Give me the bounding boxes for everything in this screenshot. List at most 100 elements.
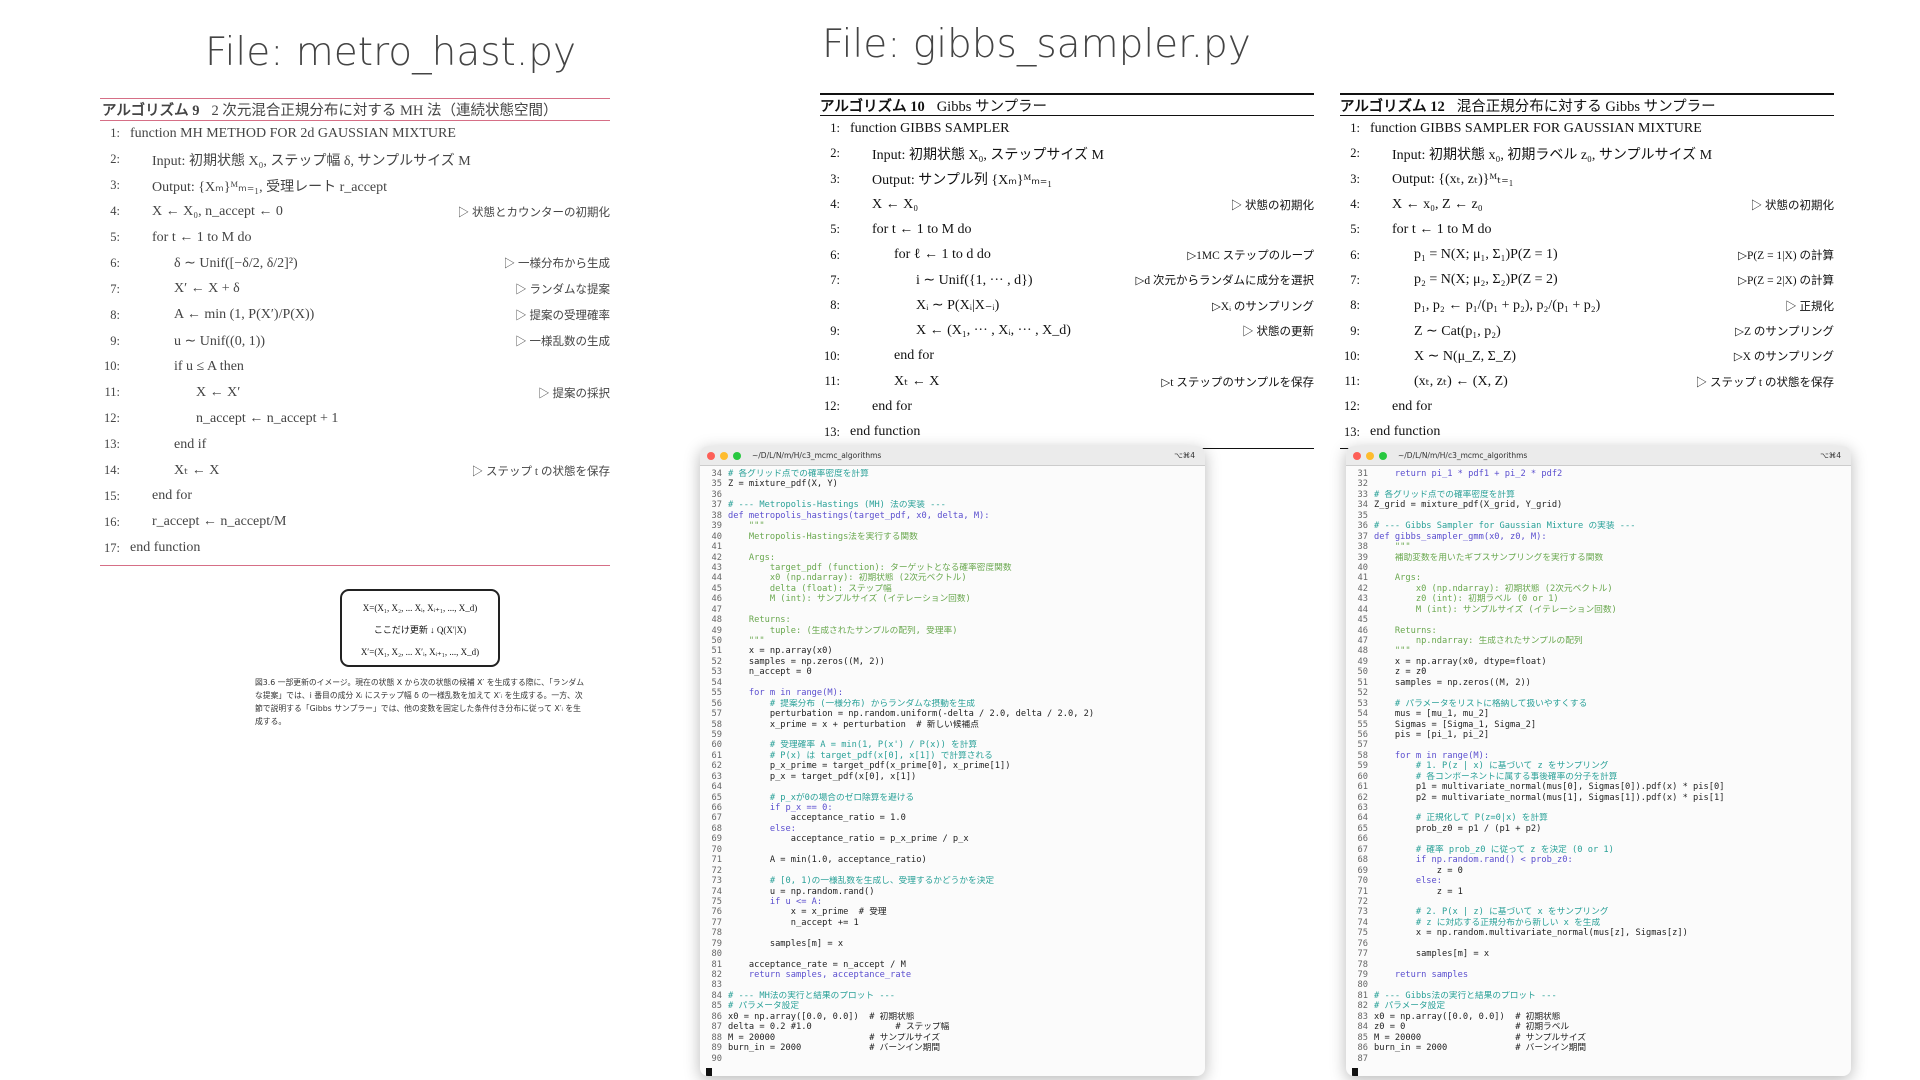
- code-line-number: 77: [1357, 949, 1368, 960]
- comment: ▷ ステップ t の状態を保存: [471, 465, 610, 478]
- code-text: x = np.array(x0): [728, 646, 833, 657]
- code-line: 90: [700, 1054, 1205, 1064]
- code-text: else:: [728, 823, 796, 834]
- code-line: 46 Returns:: [1346, 626, 1851, 636]
- code-line: 67 # 確率 prob_z0 に従って z を決定 (0 or 1): [1346, 845, 1851, 855]
- minimize-button[interactable]: [720, 451, 728, 460]
- statement: end function: [850, 424, 921, 440]
- line-number: 5:: [830, 222, 840, 237]
- code-line: 44 x0 (np.ndarray): 初期状態 (2次元ベクトル): [700, 573, 1205, 583]
- code-text: delta = 0.2 #1.0 # ステップ幅: [728, 1022, 950, 1033]
- terminal-titlebar: ~/D/L/N/m/H/c3_mcmc_algorithms ⌥⌘4: [700, 446, 1205, 466]
- statement: X ← X′: [196, 384, 241, 400]
- code-text: 補助変数を用いたギブスサンプリングを実行する関数: [1374, 552, 1604, 563]
- code-line: 78: [1346, 960, 1851, 970]
- line-number: 13:: [1344, 424, 1360, 439]
- code-line-number: 60: [711, 740, 722, 751]
- code-line-number: 84: [1357, 1022, 1368, 1033]
- code-line: 47 np.ndarray: 生成されたサンプルの配列: [1346, 636, 1851, 646]
- minimize-button[interactable]: [1366, 451, 1374, 460]
- code-line-number: 36: [711, 489, 722, 500]
- code-text: samples = np.zeros((M, 2)): [1374, 677, 1531, 688]
- code-text: target_pdf (function): ターゲットとなる確率密度関数: [728, 562, 1012, 573]
- statement: p₂ = N(X; μ₂, Σ₂)P(Z = 2): [1414, 272, 1558, 288]
- comment: ▷ 状態とカウンターの初期化: [457, 206, 610, 219]
- line-number: 1:: [110, 126, 120, 141]
- code-line-number: 67: [1357, 844, 1368, 855]
- code-text: M (int): サンプルサイズ (イテレーション回数): [1374, 604, 1617, 615]
- algorithm-line: 1: function GIBBS SAMPLER FOR GAUSSIAN MI…: [1340, 116, 1834, 141]
- terminal-prompt[interactable]: [1346, 1064, 1851, 1076]
- terminal-prompt[interactable]: [700, 1064, 1205, 1076]
- code-line: 42 x0 (np.ndarray): 初期状態 (2次元ベクトル): [1346, 584, 1851, 594]
- code-text: burn_in = 2000 # バーンイン期間: [1374, 1043, 1587, 1054]
- code-text: return samples, acceptance_rate: [728, 970, 912, 980]
- statement: p₁ = N(X; μ₁, Σ₁)P(Z = 1): [1414, 247, 1558, 263]
- line-number: 12:: [1344, 399, 1360, 414]
- code-line: 74 # z に対応する正規分布から新しい x を生成: [1346, 918, 1851, 928]
- code-text: x0 = np.array([0.0, 0.0]) # 初期状態: [1374, 1011, 1561, 1022]
- cursor-icon: [706, 1068, 712, 1076]
- code-line-number: 87: [711, 1022, 722, 1033]
- line-number: 9:: [830, 323, 840, 338]
- code-line-number: 74: [711, 886, 722, 897]
- code-text: x = np.random.multivariate_normal(mus[z]…: [1374, 928, 1688, 939]
- code-line-number: 89: [711, 1043, 722, 1054]
- line-number: 17:: [104, 540, 120, 555]
- statement: function GIBBS SAMPLER: [850, 120, 1010, 136]
- algorithm-body: 1: function GIBBS SAMPLER 2: Input: 初期状態 X₀…: [820, 116, 1314, 445]
- code-text: # --- MH法の実行と結果のプロット ---: [728, 990, 896, 1001]
- statement: δ ∼ Unif([−δ/2, δ/2]²): [174, 255, 298, 271]
- zoom-button[interactable]: [733, 451, 741, 460]
- line-number: 5:: [1350, 222, 1360, 237]
- terminal-path: ~/D/L/N/m/H/c3_mcmc_algorithms: [752, 451, 882, 460]
- code-text: # [0, 1)の一様乱数を生成し、受理するかどうかを決定: [728, 876, 995, 887]
- code-line: 35: [1346, 511, 1851, 521]
- code-line: 32: [1346, 479, 1851, 489]
- code-line: 35 Z = mixture_pdf(X, Y): [700, 479, 1205, 489]
- code-line: 38 """: [1346, 542, 1851, 552]
- code-area[interactable]: 31 return pi_1 * pdf1 + pi_2 * pdf2 32 33 #…: [1346, 466, 1851, 1064]
- code-line: 77 n_accept += 1: [700, 918, 1205, 928]
- code-text: perturbation = np.random.uniform(-delta …: [728, 709, 1095, 720]
- code-line: 51 samples = np.zeros((M, 2)): [1346, 678, 1851, 688]
- code-line-number: 52: [711, 656, 722, 667]
- statement: Input: 初期状態 X₀, ステップ幅 δ, サンプルサイズ M: [152, 153, 471, 169]
- code-text: # P(x) は target_pdf(x[0], x[1]) で計算される: [728, 750, 993, 761]
- comment: ▷ 状態の更新: [1242, 326, 1314, 339]
- code-text: mus = [mu_1, mu_2]: [1374, 709, 1490, 720]
- line-number: 11:: [104, 385, 120, 400]
- code-area[interactable]: 34 # 各グリッド点での確率密度を計算 35 Z = mixture_pdf(X, …: [700, 466, 1205, 1064]
- code-line: 85 # パラメータ設定: [700, 1001, 1205, 1011]
- close-button[interactable]: [1353, 451, 1361, 460]
- line-number: 1:: [1350, 121, 1360, 136]
- code-line: 72: [1346, 897, 1851, 907]
- code-line-number: 70: [711, 844, 722, 855]
- code-text: # 確率 prob_z0 に従って z を決定 (0 or 1): [1374, 844, 1614, 855]
- code-text: return samples: [1374, 970, 1469, 980]
- code-line-number: 87: [1357, 1053, 1368, 1064]
- code-text: if u <= A:: [728, 896, 823, 907]
- line-number: 2:: [830, 146, 840, 161]
- code-line: 75 x = np.random.multivariate_normal(mus…: [1346, 928, 1851, 938]
- comment: ▷ 提案の受理確率: [515, 310, 610, 323]
- terminal-window-gibbs-sampler[interactable]: ~/D/L/N/m/H/c3_mcmc_algorithms ⌥⌘4 31 re…: [1346, 446, 1851, 1076]
- code-line-number: 40: [711, 531, 722, 542]
- terminal-window-metro-hast[interactable]: ~/D/L/N/m/H/c3_mcmc_algorithms ⌥⌘4 34 # 各…: [700, 446, 1205, 1076]
- close-button[interactable]: [707, 451, 715, 460]
- code-text: M = 20000 # サンプルサイズ: [728, 1032, 940, 1043]
- line-number: 12:: [824, 399, 840, 414]
- code-line-number: 59: [1357, 761, 1368, 772]
- algorithm-line: 12: end for: [1340, 394, 1834, 419]
- line-number: 1:: [830, 121, 840, 136]
- zoom-button[interactable]: [1379, 451, 1387, 460]
- statement: Output: {Xₘ}ᴹₘ₌₁, 受理レート r_accept: [152, 179, 388, 195]
- statement: for t ← 1 to M do: [152, 229, 252, 245]
- code-text: M (int): サンプルサイズ (イテレーション回数): [728, 594, 971, 605]
- code-line-number: 77: [711, 917, 722, 928]
- code-line-number: 54: [1357, 709, 1368, 720]
- code-line: 76: [1346, 939, 1851, 949]
